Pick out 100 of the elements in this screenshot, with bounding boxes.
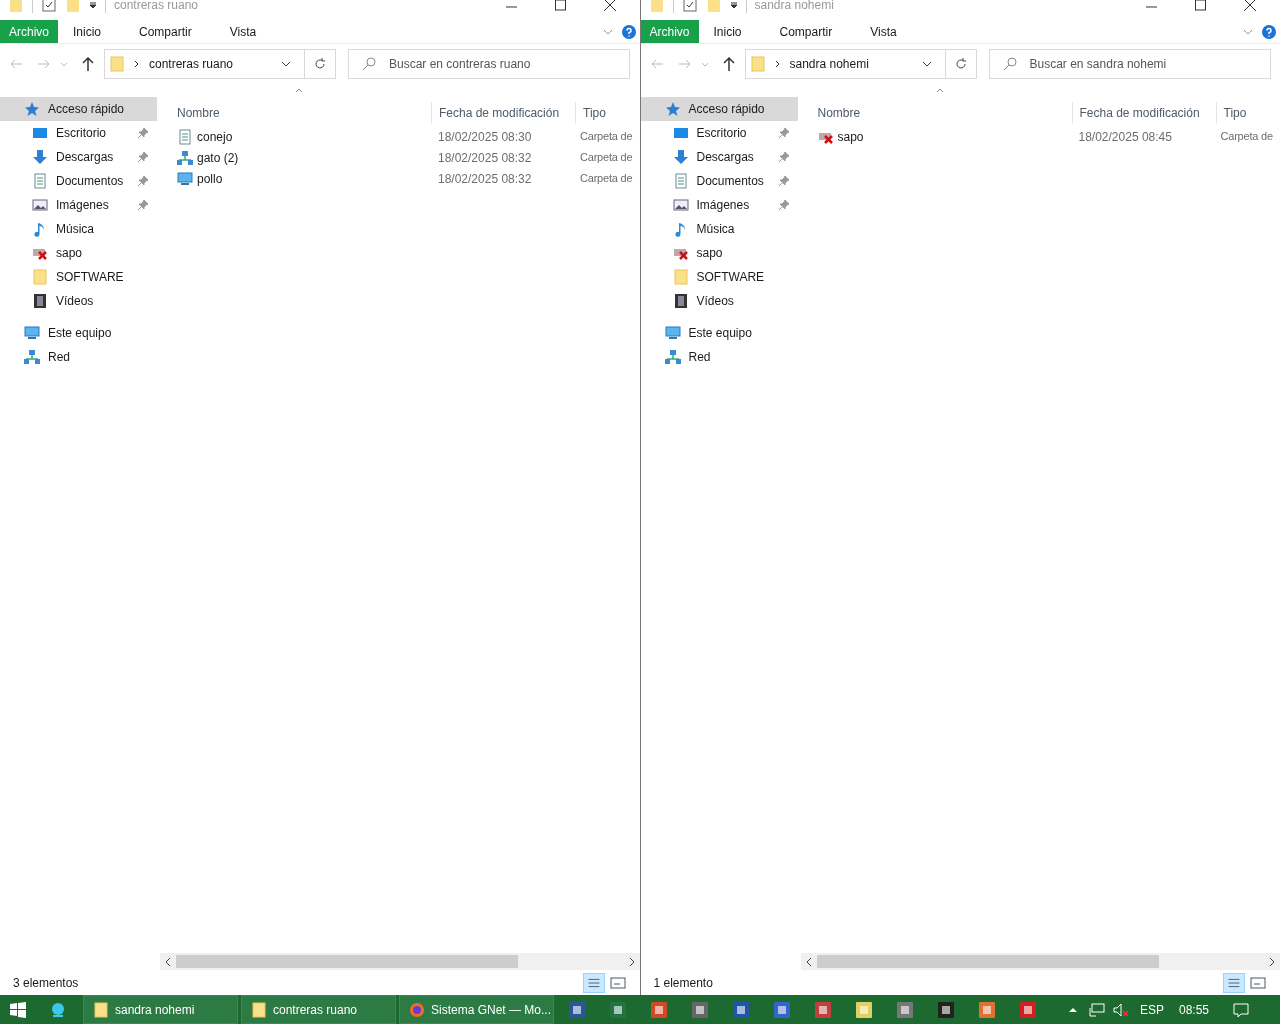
speaker-muted-icon[interactable] [1112, 1001, 1129, 1018]
pin-icon[interactable] [777, 151, 790, 163]
search-icon [361, 56, 377, 72]
app-icon[interactable] [896, 1000, 914, 1019]
nav-item[interactable]: Música [0, 217, 157, 241]
close-icon[interactable] [1244, 0, 1256, 11]
search-box[interactable]: Buscar en contreras ruano [348, 49, 630, 79]
maximize-icon[interactable] [1195, 0, 1206, 11]
close-icon[interactable] [603, 0, 616, 11]
network-icon [664, 349, 681, 365]
file-name[interactable]: sapo [837, 127, 864, 146]
column-header[interactable]: Nombre [810, 102, 1072, 124]
nav-item[interactable]: sapo [0, 241, 157, 265]
file-name[interactable]: pollo [197, 169, 223, 188]
address-bar[interactable]: contreras ruano [104, 49, 336, 79]
scrollbar-thumb[interactable] [816, 955, 1159, 968]
pin-icon[interactable] [137, 175, 149, 187]
app-icon[interactable] [937, 1000, 955, 1019]
nav-item[interactable]: sapo [640, 241, 798, 265]
dropdown-icon[interactable] [729, 0, 738, 11]
horizontal-scrollbar[interactable] [800, 953, 1280, 970]
nav-item[interactable]: Imágenes [640, 193, 798, 217]
search-box[interactable]: Buscar en sandra nohemi [988, 49, 1271, 79]
nav-item[interactable]: Documentos [0, 169, 157, 193]
column-header[interactable]: Nombre [170, 102, 431, 124]
pin-icon[interactable] [137, 151, 149, 163]
nav-item[interactable]: SOFTWARE [0, 265, 157, 289]
ribbon-tab[interactable]: Compartir [130, 20, 201, 43]
nav-item[interactable]: Documentos [640, 169, 798, 193]
ribbon-tab[interactable]: Vista [861, 20, 906, 43]
nav-item[interactable]: Red [640, 345, 798, 369]
nav-item[interactable]: Escritorio [640, 121, 798, 145]
help-icon[interactable] [1262, 24, 1276, 39]
search-input[interactable]: Buscar en sandra nohemi [1029, 50, 1270, 78]
refresh-icon[interactable] [312, 56, 328, 72]
item-count: 3 elementos [13, 975, 80, 992]
excel-app-icon[interactable] [609, 1000, 627, 1019]
nav-item[interactable]: Red [0, 345, 157, 369]
browser-icon [409, 1001, 425, 1018]
details-view-icon[interactable] [1223, 973, 1245, 993]
preview-view-icon[interactable] [608, 975, 627, 991]
app-icon[interactable] [773, 1000, 791, 1019]
type-cell-text: Carpeta de [579, 171, 633, 187]
nav-item[interactable]: Escritorio [0, 121, 157, 145]
app-icon[interactable] [855, 1000, 873, 1019]
pin-icon[interactable] [777, 199, 790, 211]
app-icon[interactable] [1019, 1000, 1037, 1019]
nav-item[interactable]: Este equipo [640, 321, 798, 345]
nav-item[interactable]: Música [640, 217, 798, 241]
preview-view-icon[interactable] [1249, 975, 1267, 991]
powerpoint-app-icon[interactable] [650, 1000, 668, 1019]
network-icon[interactable] [1088, 1001, 1105, 1018]
file-name[interactable]: conejo [197, 127, 233, 146]
pin-icon[interactable] [137, 127, 149, 139]
maximize-icon[interactable] [554, 0, 566, 11]
pin-icon[interactable] [777, 175, 790, 187]
nav-item[interactable]: SOFTWARE [640, 265, 798, 289]
scrollbar-thumb[interactable] [176, 955, 518, 968]
column-header[interactable]: Fecha de modificación [1071, 102, 1216, 124]
pin-icon[interactable] [777, 127, 790, 139]
column-header[interactable]: Tipo [1215, 102, 1280, 124]
folder-icon [93, 1001, 109, 1018]
column-header[interactable]: Fecha de modificación [431, 102, 575, 124]
nav-item[interactable]: Imágenes [0, 193, 157, 217]
taskbar-window-button[interactable]: contreras ruano [241, 995, 396, 1024]
clock[interactable]: 08:55 [1178, 1000, 1209, 1019]
ribbon-tab[interactable]: Inicio [64, 20, 111, 43]
app-icon[interactable] [691, 1000, 709, 1019]
word-app-icon[interactable] [568, 1000, 586, 1019]
nav-item[interactable]: Acceso rápido [0, 97, 157, 121]
app-icon[interactable] [814, 1000, 832, 1019]
ribbon-tab[interactable]: Compartir [770, 20, 842, 43]
app-icon[interactable] [978, 1000, 996, 1019]
dropdown-icon[interactable] [89, 0, 97, 11]
nav-item[interactable]: Vídeos [0, 289, 157, 313]
search-input[interactable]: Buscar en contreras ruano [389, 50, 629, 78]
windows-logo-icon[interactable] [10, 1001, 26, 1018]
help-icon[interactable] [621, 24, 636, 39]
caret-icon[interactable] [700, 60, 709, 68]
nav-item[interactable]: Este equipo [0, 321, 157, 345]
horizontal-scrollbar[interactable] [160, 953, 640, 970]
language-indicator[interactable]: ESP [1139, 1000, 1164, 1019]
file-name[interactable]: gato (2) [197, 148, 239, 167]
ribbon-tab[interactable]: Inicio [704, 20, 751, 43]
up-arrow-icon[interactable] [80, 56, 96, 72]
nav-item[interactable]: Descargas [640, 145, 798, 169]
taskbar-window-button[interactable]: Sistema GNet — Mo... [399, 995, 554, 1024]
checkbox-icon[interactable] [41, 0, 57, 13]
details-view-icon[interactable] [582, 973, 605, 993]
nav-item[interactable]: Acceso rápido [640, 97, 798, 121]
address-bar[interactable]: sandra nohemi [744, 49, 977, 79]
taskbar-window-button[interactable]: sandra nohemi [83, 995, 238, 1024]
notification-icon[interactable] [1233, 1001, 1249, 1018]
checkbox-icon[interactable] [681, 0, 698, 13]
app-icon[interactable] [732, 1000, 750, 1019]
caret-icon[interactable] [60, 60, 68, 68]
nav-item[interactable]: Descargas [0, 145, 157, 169]
pin-icon[interactable] [137, 199, 149, 211]
nav-item[interactable]: Vídeos [640, 289, 798, 313]
ribbon-tab[interactable]: Vista [220, 20, 266, 43]
